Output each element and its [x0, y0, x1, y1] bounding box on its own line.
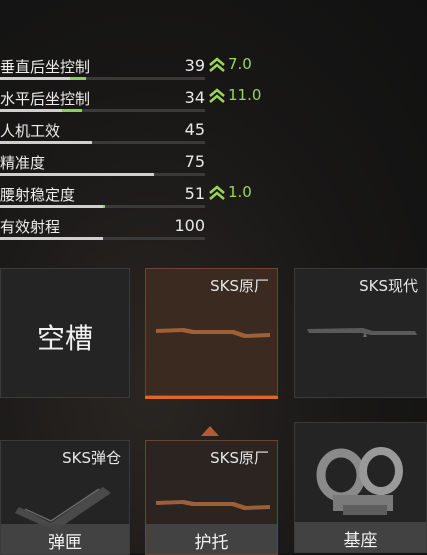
slot-pointer: [201, 426, 219, 436]
bonus-hipfire-stability: 1.0: [208, 183, 278, 203]
stat-label: 有效射程: [0, 218, 61, 236]
mount-part-icon: [316, 447, 403, 515]
stat-value: 100: [174, 216, 205, 235]
double-chevron-up-icon: [209, 185, 225, 200]
stat-bar-fill: [0, 141, 93, 144]
stat-effective-range: 有效射程 100: [0, 215, 205, 247]
stat-bar: [0, 205, 205, 208]
stat-value: 75: [184, 152, 205, 171]
stat-vertical-recoil: 垂直后坐控制 39: [0, 55, 205, 87]
stat-value: 51: [184, 184, 205, 203]
footer-label: 弹匣: [48, 533, 82, 553]
stat-bar: [0, 237, 205, 240]
stat-bar-gain: [61, 109, 82, 112]
stat-label: 垂直后坐控制: [0, 58, 91, 76]
stat-bar-fill: [0, 205, 103, 208]
slot-empty-card[interactable]: 空槽: [0, 268, 130, 398]
card-footer: 基座: [295, 522, 426, 552]
card-name: SKS原厂: [210, 277, 269, 295]
stat-bar-fill: [0, 109, 62, 112]
stat-bar-gain: [69, 77, 87, 80]
empty-slot-label: 空槽: [36, 322, 93, 355]
bonus-value: 7.0: [228, 55, 252, 73]
stat-value: 34: [184, 88, 205, 107]
stat-bar: [0, 173, 205, 176]
stat-bar: [0, 109, 205, 112]
stat-label: 人机工效: [0, 122, 61, 140]
stock-part-icon: [156, 328, 270, 338]
bonus-value: 11.0: [228, 86, 262, 104]
stock-original-card[interactable]: SKS原厂: [145, 268, 278, 396]
selected-indicator: [145, 396, 278, 399]
stat-bar: [0, 77, 205, 80]
stat-label: 水平后坐控制: [0, 90, 91, 108]
footer-label: 基座: [343, 531, 378, 551]
stat-label: 精准度: [0, 154, 46, 172]
card-footer: 弹匣: [1, 524, 129, 554]
stat-label: 腰射稳定度: [0, 186, 76, 204]
stat-ergonomics: 人机工效 45: [0, 119, 205, 151]
handguard-part-icon: [156, 500, 270, 510]
footer-label: 护托: [194, 533, 229, 553]
stat-value: 45: [184, 120, 205, 139]
stock-modern-part-icon: [307, 328, 417, 337]
stat-bar-fill: [0, 237, 103, 240]
card-name: SKS原厂: [210, 449, 269, 467]
stat-bar-gain: [102, 205, 105, 208]
stat-bar-fill: [0, 173, 154, 176]
card-name: SKS现代: [359, 277, 418, 295]
stat-hipfire-stability: 腰射稳定度 51: [0, 183, 205, 215]
stock-modern-card[interactable]: SKS现代: [294, 268, 427, 398]
card-name: SKS弹仓: [62, 449, 121, 467]
double-chevron-up-icon: [209, 57, 225, 72]
card-footer: 护托: [146, 524, 277, 554]
stat-accuracy: 精准度 75: [0, 151, 205, 183]
magazine-card[interactable]: SKS弹仓 弹匣: [0, 440, 130, 555]
stat-bar: [0, 141, 205, 144]
mount-card[interactable]: 基座: [294, 422, 427, 553]
bonus-value: 1.0: [228, 183, 252, 201]
stat-value: 39: [184, 56, 205, 75]
double-chevron-up-icon: [209, 88, 225, 103]
handguard-original-card[interactable]: SKS原厂 护托: [145, 440, 278, 555]
stat-horizontal-recoil: 水平后坐控制 34: [0, 87, 205, 119]
stat-bar-fill: [0, 77, 70, 80]
bonus-vertical-recoil: 7.0: [208, 55, 278, 75]
bonus-horizontal-recoil: 11.0: [208, 86, 278, 106]
